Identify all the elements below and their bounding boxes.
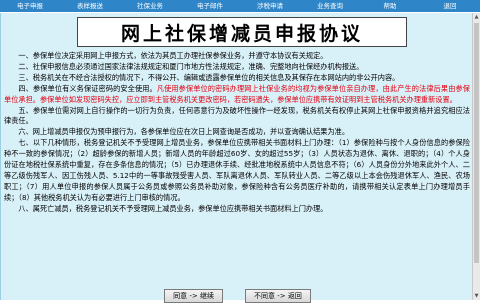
nav-item-return[interactable]: 退回 bbox=[420, 0, 480, 12]
clause-2: 二、社保申报信息必须通过国家法律法规规定和厦门市地方性法规规定，准确、完整地向社… bbox=[18, 61, 364, 71]
nav-item-electronic-filing[interactable]: 电子申报 bbox=[0, 0, 60, 12]
scroll-up-icon[interactable]: ▲ bbox=[473, 13, 480, 21]
nav-item-social-security[interactable]: 社保业务 bbox=[120, 0, 180, 12]
clause-8: 八、属死亡减员，税务登记机关不予受理网上减员业务，参保单位应携带相关书面材料上门… bbox=[18, 203, 328, 213]
agreement-panel: 网上社保增减员申报协议 一、参保单位决定采用网上申报方式，依法为其员工办理社保参… bbox=[0, 13, 474, 303]
top-nav-bar: 电子申报 表样报送 社保业务 电子邮件 涉税申请 业务查询 帮助 退回 bbox=[0, 0, 480, 12]
nav-item-tax-application[interactable]: 涉税申请 bbox=[240, 0, 300, 12]
scroll-down-icon[interactable]: ▼ bbox=[473, 292, 480, 300]
clause-7: 七、以下几种情形，税务登记机关不予受理网上增员业务，参保单位应携带相关书面材料上… bbox=[4, 138, 470, 202]
nav-item-business-query[interactable]: 业务查询 bbox=[300, 0, 360, 12]
nav-item-form-submission[interactable]: 表样报送 bbox=[60, 0, 120, 12]
agreement-content: 一、参保单位决定采用网上申报方式，依法为其员工办理社保参保业务，并遵守本协议有关… bbox=[4, 51, 470, 215]
agreement-title-box: 网上社保增减员申报协议 bbox=[77, 17, 407, 47]
disagree-return-button[interactable]: 不同意 -> 返回 bbox=[245, 289, 311, 303]
scrollbar-thumb[interactable] bbox=[474, 23, 479, 263]
clause-4-text: 四、参保单位有义务保证密码的安全使用。 bbox=[18, 83, 157, 93]
nav-item-help[interactable]: 帮助 bbox=[360, 0, 420, 12]
action-buttons: 同意 -> 继续 不同意 -> 返回 bbox=[1, 289, 474, 303]
agree-continue-button[interactable]: 同意 -> 继续 bbox=[164, 289, 223, 303]
clause-4: 四、参保单位有义务保证密码的安全使用。凡使用参保单位的密码办理网上社保业务的均视… bbox=[4, 84, 470, 106]
vertical-scrollbar[interactable]: ▲ ▼ bbox=[472, 13, 480, 300]
agreement-title: 网上社保增减员申报协议 bbox=[120, 22, 363, 45]
clause-5: 五、参保单位需对网上自行操作的一切行为负责，任何恶意行为及破坏性操作一经发现，税… bbox=[4, 105, 470, 126]
clause-1: 一、参保单位决定采用网上申报方式，依法为其员工办理社保参保业务，并遵守本协议有关… bbox=[18, 51, 328, 60]
clause-6: 六、网上增减员申报仅为预申报行为，各参保单位应在次日上网查询是否成功，并以查询确… bbox=[18, 127, 350, 137]
nav-item-email[interactable]: 电子邮件 bbox=[180, 0, 240, 12]
clause-3: 三、税务机关在不经合法授权的情况下，不得公开、编辑或透露参保单位的相关信息及其保… bbox=[18, 72, 400, 82]
